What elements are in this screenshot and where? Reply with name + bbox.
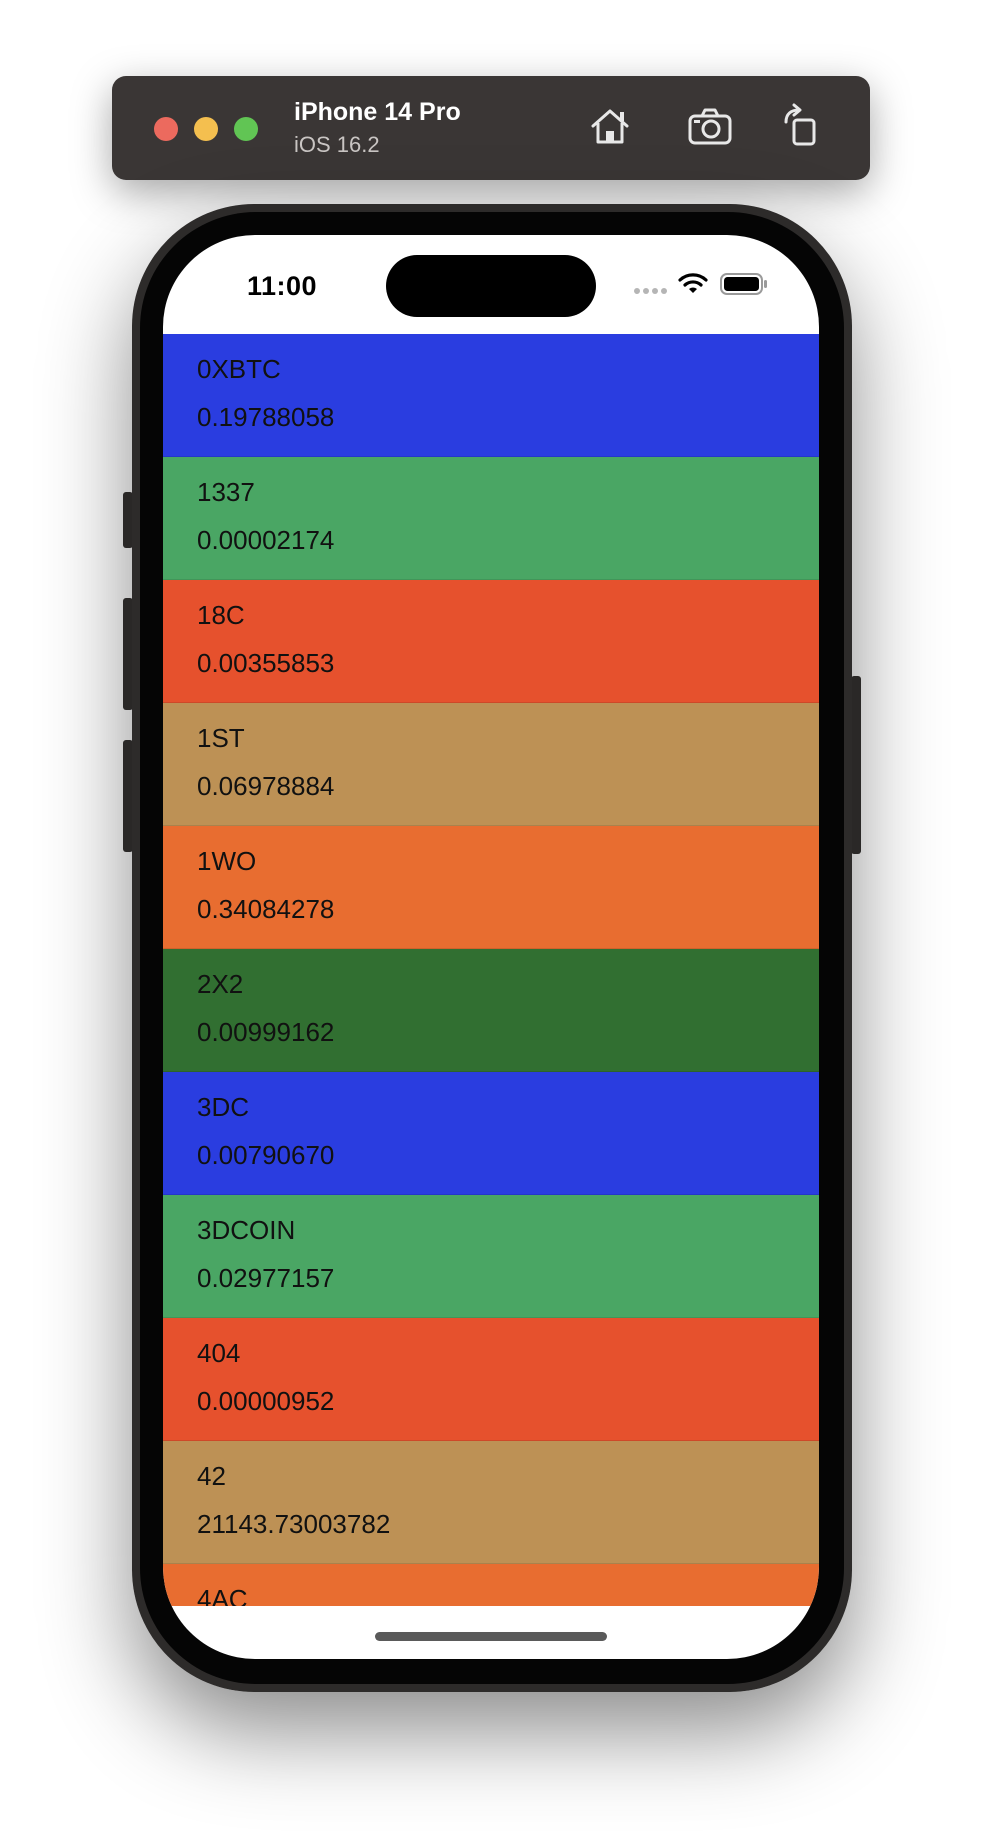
coin-price: 0.00999162 [197, 1017, 335, 1047]
home-icon [591, 109, 629, 144]
coin-row[interactable]: 0XBTC 0.19788058 [163, 334, 819, 457]
coin-symbol: 18C [197, 600, 245, 630]
zoom-window-button[interactable] [234, 117, 258, 141]
signal-icon [634, 288, 667, 294]
coin-price: 0.00000952 [197, 1386, 335, 1416]
simulator-toolbar: iPhone 14 Pro iOS 16.2 [112, 76, 870, 180]
coin-row[interactable]: 18C 0.00355853 [163, 580, 819, 703]
coin-row[interactable]: 1ST 0.06978884 [163, 703, 819, 826]
coin-row[interactable]: 2X2 0.00999162 [163, 949, 819, 1072]
coin-price: 0.19788058 [197, 402, 335, 432]
coin-symbol: 3DC [197, 1092, 250, 1122]
device-screen: 11:00 0XBTC 0.19788058 1337 0.00002174 18C 0.… [163, 235, 819, 1659]
coin-price: 0.00002174 [197, 525, 335, 555]
rotate-button[interactable] [777, 102, 827, 152]
camera-icon [688, 108, 732, 145]
coin-price: 0.34084278 [197, 894, 335, 924]
rotate-icon [784, 103, 816, 146]
coin-price: 0.00355853 [197, 648, 335, 678]
coin-row[interactable]: 4AC [163, 1564, 819, 1606]
coin-price: 0.02977157 [197, 1263, 335, 1293]
coin-row[interactable]: 404 0.00000952 [163, 1318, 819, 1441]
battery-icon [720, 273, 767, 295]
coin-symbol: 404 [197, 1338, 241, 1368]
status-time: 11:00 [247, 271, 318, 301]
close-window-button[interactable] [154, 117, 178, 141]
coin-symbol: 2X2 [197, 969, 244, 999]
coin-row[interactable]: 1337 0.00002174 [163, 457, 819, 580]
dynamic-island [386, 255, 596, 317]
screenshot-button[interactable] [685, 102, 735, 152]
coin-row[interactable]: 3DC 0.00790670 [163, 1072, 819, 1195]
coin-price: 21143.73003782 [197, 1509, 391, 1539]
home-indicator[interactable] [375, 1632, 607, 1641]
coin-symbol: 4AC [197, 1584, 248, 1606]
coin-row[interactable]: 42 21143.73003782 [163, 1441, 819, 1564]
home-button[interactable] [585, 102, 635, 152]
coin-price: 0.06978884 [197, 771, 335, 801]
coin-price: 0.00790670 [197, 1140, 335, 1170]
power-button [851, 676, 861, 854]
coin-symbol: 0XBTC [197, 354, 281, 384]
coin-row[interactable]: 3DCOIN 0.02977157 [163, 1195, 819, 1318]
device-name: iPhone 14 Pro [294, 98, 461, 126]
coin-symbol: 1337 [197, 477, 255, 507]
coin-row[interactable]: 1WO 0.34084278 [163, 826, 819, 949]
coin-list[interactable]: 0XBTC 0.19788058 1337 0.00002174 18C 0.003558… [163, 334, 819, 1606]
coin-symbol: 3DCOIN [197, 1215, 296, 1245]
coin-symbol: 1ST [197, 723, 245, 753]
minimize-window-button[interactable] [194, 117, 218, 141]
os-version: iOS 16.2 [294, 132, 380, 157]
wifi-icon [678, 273, 708, 293]
coin-symbol: 1WO [197, 846, 257, 876]
coin-symbol: 42 [197, 1461, 226, 1491]
